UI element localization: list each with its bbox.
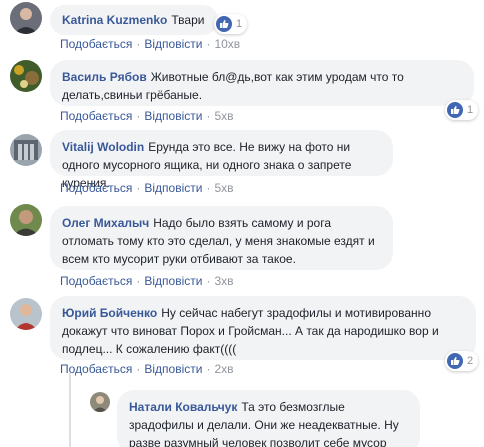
comment-actions: Подобається · Відповісти · 5хв <box>60 109 234 123</box>
reaction-number: 1 <box>236 18 243 30</box>
reaction-count[interactable]: 1 <box>445 100 479 120</box>
comment-author[interactable]: Vitalij Wolodin <box>62 140 144 154</box>
comment-bubble: Натали Ковальчук Та это безмозглые зрадоф… <box>117 390 420 447</box>
reply-thread-line <box>69 373 71 447</box>
comment-time[interactable]: 5хв <box>214 181 233 195</box>
reply-link[interactable]: Відповісти <box>144 362 202 376</box>
thumbs-up-icon <box>216 16 232 32</box>
avatar[interactable] <box>10 298 42 330</box>
comment-time[interactable]: 2хв <box>214 362 233 376</box>
comment-author[interactable]: Василь Рябов <box>62 70 147 84</box>
like-link[interactable]: Подобається <box>60 274 132 288</box>
comment-bubble: Vitalij Wolodin Ерунда это все. Не вижу н… <box>50 130 393 190</box>
reply-link[interactable]: Відповісти <box>144 274 202 288</box>
comment-time[interactable]: 10хв <box>214 37 240 51</box>
comment-actions: Подобається · Відповісти · 5хв <box>60 181 234 195</box>
reaction-count[interactable]: 1 <box>214 14 248 34</box>
comment-author[interactable]: Натали Ковальчук <box>129 400 237 414</box>
thumbs-up-icon <box>447 102 463 118</box>
avatar[interactable] <box>10 2 42 34</box>
reaction-number: 1 <box>467 104 474 116</box>
comment-actions: Подобається · Відповісти · 10хв <box>60 37 241 51</box>
comment-time[interactable]: 5хв <box>214 109 233 123</box>
avatar[interactable] <box>10 60 42 92</box>
comment-text: Твари <box>171 13 205 27</box>
like-link[interactable]: Подобається <box>60 181 132 195</box>
comment-author[interactable]: Katrina Kuzmenko <box>62 13 167 27</box>
comment-bubble: Василь Рябов Животные бл@дь,вот как этим … <box>50 60 474 106</box>
comment-author[interactable]: Олег Михалыч <box>62 216 149 230</box>
reply-link[interactable]: Відповісти <box>144 181 202 195</box>
reaction-number: 2 <box>467 355 474 367</box>
reaction-count[interactable]: 2 <box>445 351 479 371</box>
reply-link[interactable]: Відповісти <box>144 109 202 123</box>
avatar[interactable] <box>10 204 42 236</box>
comment-bubble: Олег Михалыч Надо было взять самому и рог… <box>50 206 393 270</box>
comment-actions: Подобається · Відповісти · 3хв <box>60 274 234 288</box>
like-link[interactable]: Подобається <box>60 37 132 51</box>
avatar[interactable] <box>10 134 42 166</box>
comment-time[interactable]: 3хв <box>214 274 233 288</box>
comment-bubble: Юрий Бойченко Ну сейчас набегут зрадофилы… <box>50 296 476 360</box>
comment-bubble: Katrina Kuzmenko Твари <box>50 5 218 35</box>
avatar[interactable] <box>90 392 110 412</box>
like-link[interactable]: Подобається <box>60 109 132 123</box>
reply-link[interactable]: Відповісти <box>144 37 202 51</box>
thumbs-up-icon <box>447 353 463 369</box>
comment-author[interactable]: Юрий Бойченко <box>62 306 157 320</box>
comment-actions: Подобається · Відповісти · 2хв <box>60 362 234 376</box>
